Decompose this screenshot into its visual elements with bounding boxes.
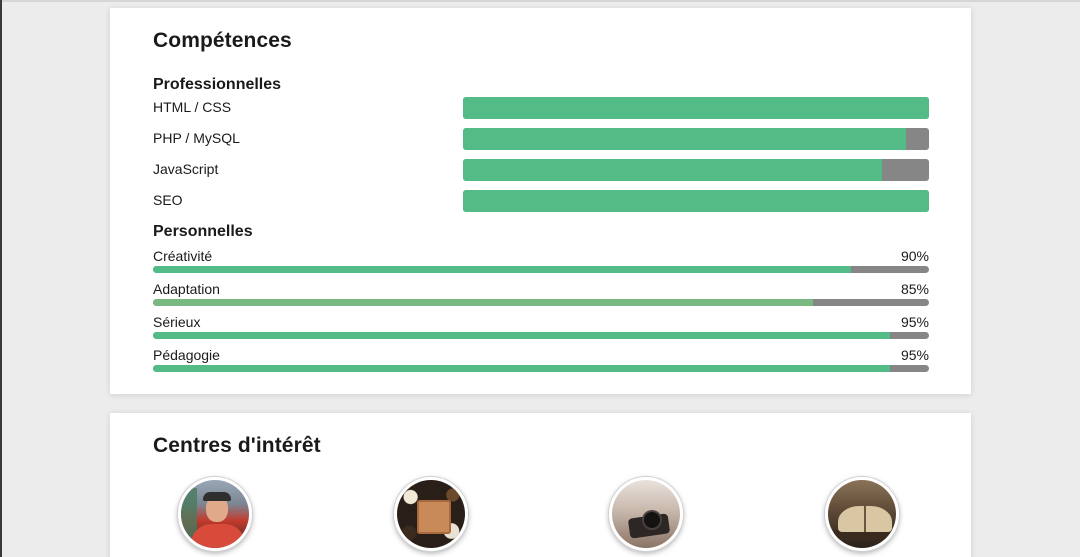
personal-skill-bar [153,299,929,306]
personal-skill-percent: 95% [900,347,929,363]
personal-skill-row: Adaptation 85% [153,280,929,310]
cooking-photo-icon [397,480,465,548]
pro-skill-bar [463,159,929,181]
interest-running-avatar[interactable] [178,477,252,551]
personal-skill-bar [153,266,929,273]
runner-photo-icon [181,480,249,548]
book-photo-icon [828,480,896,548]
interests-card: Centres d'intérêt [110,413,971,557]
personal-skill-percent: 85% [900,281,929,297]
personal-skill-label: Adaptation [153,281,220,297]
pro-skill-label: JavaScript [153,161,219,177]
skills-card: Compétences Professionnelles HTML / CSS … [110,8,971,394]
pro-skill-label: SEO [153,192,183,208]
pro-skill-row: SEO [153,190,929,214]
personal-skill-row: Créativité 90% [153,247,929,277]
window-left-edge [0,0,2,557]
personal-skill-bar-fill [153,266,852,273]
pro-skill-bar-fill [463,190,929,212]
pro-skill-bar-fill [463,159,883,181]
interest-reading-avatar[interactable] [825,477,899,551]
personal-skill-percent: 90% [900,248,929,264]
personal-skill-label: Pédagogie [153,347,220,363]
pro-skill-bar-fill [463,128,906,150]
window-top-edge [0,0,1080,2]
pro-skill-row: JavaScript [153,159,929,183]
personal-skill-label: Sérieux [153,314,201,330]
personal-skill-bar [153,332,929,339]
camera-photo-icon [612,480,680,548]
personal-skill-row: Pédagogie 95% [153,346,929,376]
personal-skill-bar [153,365,929,372]
pro-skill-label: HTML / CSS [153,99,232,115]
pro-skill-row: PHP / MySQL [153,128,929,152]
professional-skills-title: Professionnelles [153,76,282,93]
personal-skill-bar-fill [153,365,891,372]
pro-skill-row: HTML / CSS [153,97,929,121]
personal-skill-label: Créativité [153,248,213,264]
interest-photography-avatar[interactable] [609,477,683,551]
personal-skill-percent: 95% [900,314,929,330]
pro-skill-bar [463,190,929,212]
pro-skill-bar [463,128,929,150]
personal-skill-bar-fill [153,332,891,339]
interests-title: Centres d'intérêt [153,434,321,457]
personal-skills-title: Personnelles [153,223,253,240]
pro-skill-label: PHP / MySQL [153,130,240,146]
interest-cooking-avatar[interactable] [394,477,468,551]
personal-skill-row: Sérieux 95% [153,313,929,343]
skills-title: Compétences [153,29,292,52]
pro-skill-bar-fill [463,97,929,119]
pro-skill-bar [463,97,929,119]
personal-skill-bar-fill [153,299,813,306]
